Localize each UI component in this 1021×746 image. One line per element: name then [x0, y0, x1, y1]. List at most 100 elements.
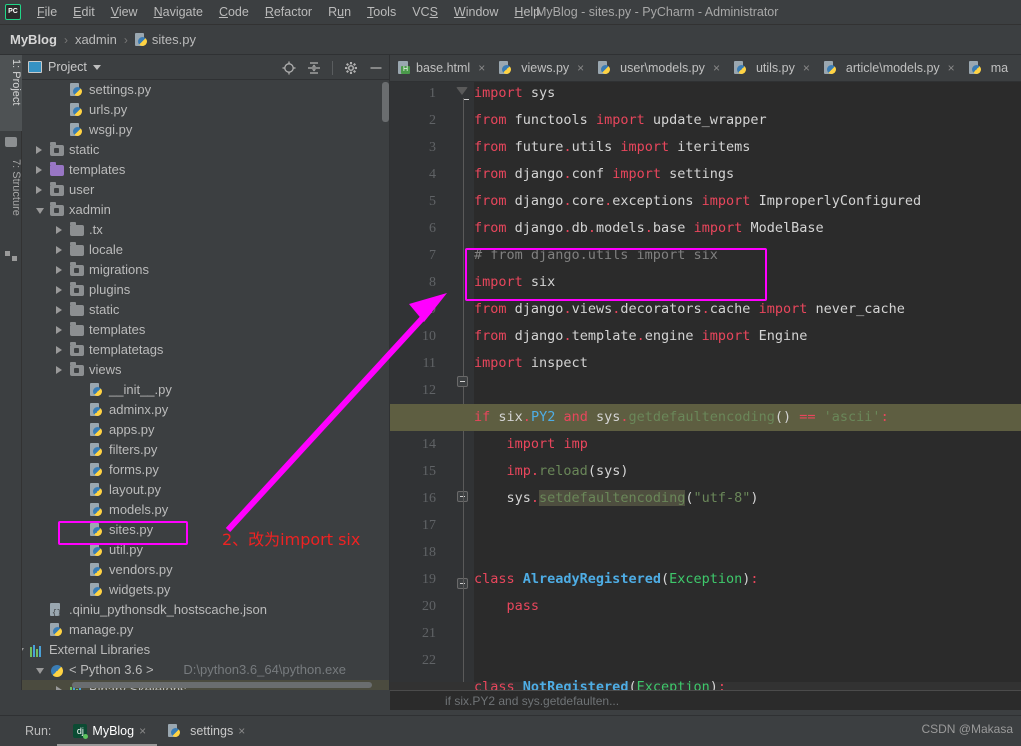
chevron-right-icon[interactable]	[56, 286, 62, 294]
breadcrumb-file[interactable]: sites.py	[152, 32, 196, 47]
gear-icon[interactable]	[344, 61, 358, 75]
close-icon[interactable]: ×	[478, 61, 485, 75]
code-line-14[interactable]: import imp	[474, 436, 588, 452]
chevron-right-icon[interactable]	[56, 326, 62, 334]
menu-item-tools[interactable]: Tools	[359, 2, 404, 22]
editor-tab-article-models-py[interactable]: article\models.py ×	[816, 55, 961, 81]
chevron-right-icon[interactable]	[36, 166, 42, 174]
code-line-1[interactable]: import sys	[474, 85, 555, 101]
tree-item-plugins[interactable]: plugins	[22, 280, 389, 300]
editor-gutter[interactable]: 1234567891011121314151617181920212223	[390, 82, 446, 690]
fold-marker-line-1[interactable]	[456, 87, 469, 100]
tree-item-widgets-py[interactable]: widgets.py	[22, 580, 389, 600]
code-line-6[interactable]: from django.db.models.base import ModelB…	[474, 220, 824, 236]
project-tree-scrollbar-vertical[interactable]	[382, 82, 389, 122]
code-line-8[interactable]: import six	[474, 274, 555, 290]
chevron-right-icon[interactable]	[56, 266, 62, 274]
tree-item-urls-py[interactable]: urls.py	[22, 100, 389, 120]
tree-item-views[interactable]: views	[22, 360, 389, 380]
tree-item-user[interactable]: user	[22, 180, 389, 200]
project-tree-scrollbar-horizontal[interactable]	[72, 682, 372, 688]
close-icon[interactable]: ×	[238, 724, 245, 738]
menu-item-vcs[interactable]: VCS	[404, 2, 446, 22]
tree-item-settings-py[interactable]: settings.py	[22, 80, 389, 100]
tree-item-static[interactable]: static	[22, 300, 389, 320]
chevron-right-icon[interactable]	[36, 146, 42, 154]
code-line-15[interactable]: imp.reload(sys)	[474, 463, 629, 479]
chevron-right-icon[interactable]	[56, 306, 62, 314]
chevron-down-icon[interactable]	[36, 668, 44, 674]
hide-panel-icon[interactable]	[369, 61, 383, 75]
tree-item--qiniu-pythonsdk-hostscache-json[interactable]: .qiniu_pythonsdk_hostscache.json	[22, 600, 389, 624]
code-line-11[interactable]: import inspect	[474, 355, 588, 371]
code-editor[interactable]: 1234567891011121314151617181920212223 im…	[390, 82, 1021, 690]
tree-item-vendors-py[interactable]: vendors.py	[22, 560, 389, 580]
tree-item-manage-py[interactable]: manage.py	[22, 620, 389, 640]
scroll-from-source-icon[interactable]	[282, 61, 296, 75]
close-icon[interactable]: ×	[139, 724, 146, 738]
tree-item--init-py[interactable]: __init__.py	[22, 380, 389, 400]
code-text-area[interactable]: import sys from functools import update_w…	[474, 82, 1021, 690]
tree-item-external-libraries[interactable]: External Libraries	[22, 640, 389, 660]
menu-item-edit[interactable]: Edit	[65, 2, 103, 22]
tree-item-locale[interactable]: locale	[22, 240, 389, 260]
tree-item-templates[interactable]: templates	[22, 320, 389, 340]
sidebar-item-structure[interactable]: 7: Structure	[0, 155, 22, 245]
chevron-down-icon[interactable]	[92, 64, 101, 70]
close-icon[interactable]: ×	[713, 61, 720, 75]
menu-bar[interactable]: File Edit View Navigate Code Refactor Run Tools…	[29, 2, 548, 22]
tree-item-forms-py[interactable]: forms.py	[22, 460, 389, 480]
tree-item-models-py[interactable]: models.py	[22, 500, 389, 520]
menu-item-file[interactable]: File	[29, 2, 65, 22]
code-line-9[interactable]: from django.views.decorators.cache impor…	[474, 301, 905, 317]
chevron-right-icon[interactable]	[56, 226, 62, 234]
code-line-4[interactable]: from django.conf import settings	[474, 166, 734, 182]
run-tab-settings[interactable]: settings ×	[168, 724, 245, 738]
sidebar-item-project[interactable]: 1: Project	[0, 55, 22, 131]
code-line-10[interactable]: from django.template.engine import Engin…	[474, 328, 807, 344]
code-line-7[interactable]: # from django.utils import six	[474, 247, 718, 263]
editor-fold-column[interactable]	[446, 82, 474, 690]
tree-item-filters-py[interactable]: filters.py	[22, 440, 389, 460]
code-line-20[interactable]: pass	[474, 598, 540, 614]
editor-tab-bar[interactable]: base.html×views.py×user\models.py×utils.…	[390, 55, 1021, 82]
close-icon[interactable]: ×	[948, 61, 955, 75]
chevron-down-icon[interactable]	[36, 208, 44, 214]
editor-tab-base-html[interactable]: base.html ×	[390, 55, 491, 81]
tree-item-templatetags[interactable]: templatetags	[22, 340, 389, 360]
menu-item-window[interactable]: Window	[446, 2, 506, 22]
chevron-right-icon[interactable]	[56, 246, 62, 254]
tree-item-apps-py[interactable]: apps.py	[22, 420, 389, 440]
chevron-right-icon[interactable]	[36, 186, 42, 194]
menu-item-view[interactable]: View	[103, 2, 146, 22]
menu-item-code[interactable]: Code	[211, 2, 257, 22]
menu-item-navigate[interactable]: Navigate	[146, 2, 211, 22]
tree-item--tx[interactable]: .tx	[22, 220, 389, 240]
tree-item-xadmin[interactable]: xadmin	[22, 200, 389, 220]
code-line-19[interactable]: class AlreadyRegistered(Exception):	[474, 571, 759, 587]
code-line-16[interactable]: sys.setdefaultencoding("utf-8")	[474, 490, 759, 506]
code-line-13[interactable]: if six.PY2 and sys.getdefaultencoding() …	[474, 409, 889, 425]
breadcrumb-folder[interactable]: xadmin	[75, 32, 117, 47]
code-line-23[interactable]: class NotRegistered(Exception):	[474, 679, 726, 690]
chevron-down-icon[interactable]	[22, 648, 24, 654]
editor-tab-user-models-py[interactable]: user\models.py ×	[590, 55, 726, 81]
menu-item-refactor[interactable]: Refactor	[257, 2, 320, 22]
run-tab-myblog[interactable]: dj MyBlog ×	[73, 724, 146, 739]
code-line-3[interactable]: from future.utils import iteritems	[474, 139, 750, 155]
collapse-all-icon[interactable]	[307, 61, 321, 75]
editor-tab-views-py[interactable]: views.py ×	[491, 55, 590, 81]
tree-item-layout-py[interactable]: layout.py	[22, 480, 389, 500]
project-tree[interactable]: settings.py urls.py wsgi.py static templates…	[22, 80, 389, 690]
editor-tab-ma[interactable]: ma	[961, 55, 1014, 81]
tree-item-wsgi-py[interactable]: wsgi.py	[22, 120, 389, 140]
fold-marker-line-11[interactable]	[457, 376, 468, 387]
tree-item-templates[interactable]: templates	[22, 160, 389, 180]
code-line-2[interactable]: from functools import update_wrapper	[474, 112, 767, 128]
tree-item--python-3-6-[interactable]: < Python 3.6 > D:\python3.6_64\python.exe	[22, 660, 389, 680]
breadcrumb-project[interactable]: MyBlog	[10, 32, 57, 47]
editor-tab-utils-py[interactable]: utils.py ×	[726, 55, 816, 81]
tree-item-migrations[interactable]: migrations	[22, 260, 389, 280]
chevron-right-icon[interactable]	[56, 366, 62, 374]
menu-item-run[interactable]: Run	[320, 2, 359, 22]
